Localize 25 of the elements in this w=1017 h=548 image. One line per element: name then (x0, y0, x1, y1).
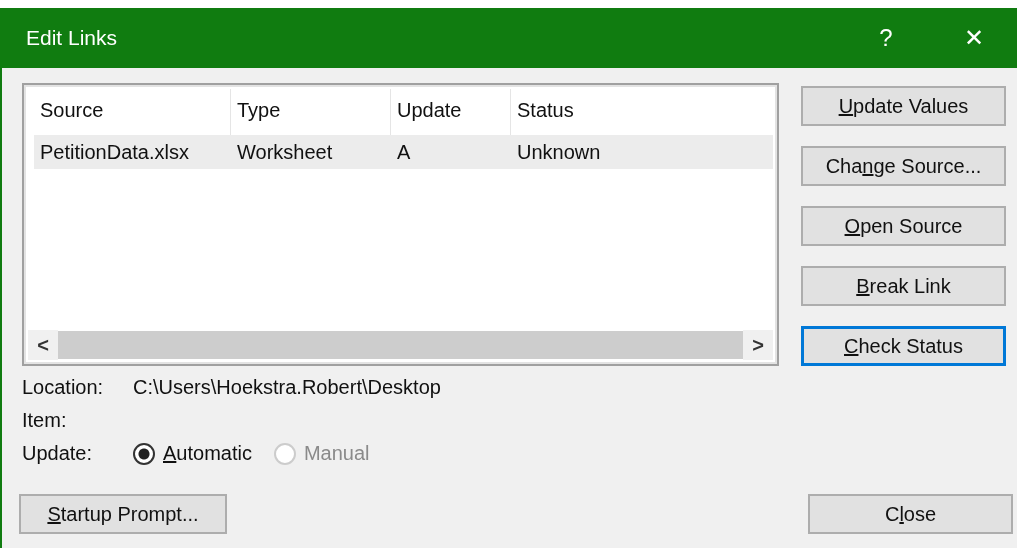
dialog-button[interactable]: Check Status (801, 326, 1006, 366)
dialog-button[interactable]: Close (808, 494, 1013, 534)
column-header[interactable]: Status (511, 89, 771, 135)
location-path: C:\Users\Hoekstra.Robert\Desktop (133, 376, 441, 399)
table-cell-text: A (396, 140, 412, 164)
table-cell-text: PetitionData.xlsx (39, 140, 190, 164)
location-label: Location: (22, 376, 105, 399)
table-cell-text: Worksheet (236, 140, 334, 164)
scroll-left-button[interactable]: < (28, 330, 58, 360)
table-cell-text: Unknown (516, 140, 602, 164)
radio-option[interactable]: Automatic (133, 442, 252, 465)
update-label: Update: (22, 442, 94, 465)
table-row[interactable]: PetitionData.xlsx Worksheet A Unknown (34, 135, 773, 169)
scroll-right-button[interactable]: > (743, 330, 773, 360)
close-button[interactable]: ✕ (951, 15, 997, 61)
scrollbar-thumb[interactable] (58, 331, 743, 359)
dialog-button[interactable]: Break Link (801, 266, 1006, 306)
window-title: Edit Links (26, 26, 119, 50)
dialog-button[interactable]: Change Source... (801, 146, 1006, 186)
help-button[interactable]: ? (863, 15, 909, 61)
dialog-button[interactable]: Startup Prompt... (19, 494, 227, 534)
dialog-button[interactable]: Open Source (801, 206, 1006, 246)
dialog-button[interactable]: Update Values (801, 86, 1006, 126)
item-label: Item: (22, 409, 68, 432)
radio-button[interactable] (133, 442, 155, 465)
